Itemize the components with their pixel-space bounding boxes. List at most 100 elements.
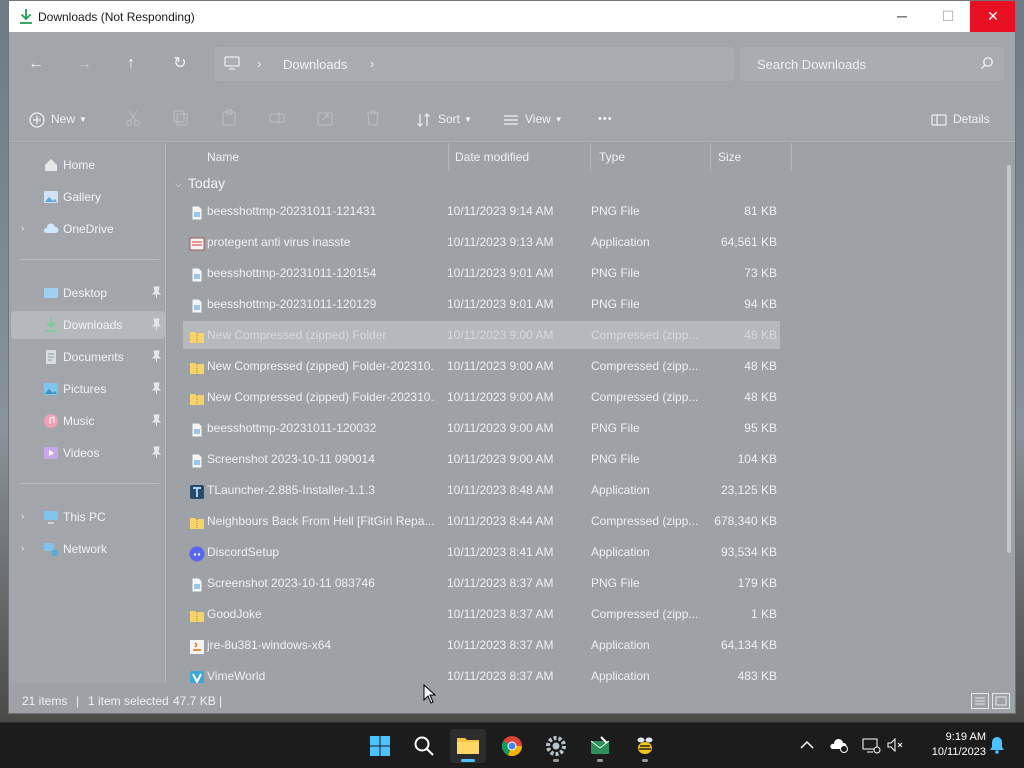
refresh-button[interactable]: ↻ <box>170 54 190 74</box>
network-icon <box>44 543 59 557</box>
maximize-button[interactable]: ☐ <box>925 1 971 32</box>
delete-icon[interactable] <box>364 109 382 127</box>
sidebar-item-label: Pictures <box>63 382 107 396</box>
expand-chevron-icon[interactable]: › <box>21 503 24 531</box>
details-pane-icon <box>931 114 947 126</box>
title-bar[interactable]: Downloads (Not Responding) ─ ☐ ✕ <box>9 1 1015 32</box>
sidebar-item-onedrive[interactable]: › OneDrive <box>11 215 165 243</box>
sidebar-divider <box>19 259 159 260</box>
file-row[interactable]: New Compressed (zipped) Folder-202310...… <box>183 383 780 411</box>
download-icon <box>20 9 32 24</box>
cut-icon[interactable] <box>124 109 142 127</box>
notification-bell-icon[interactable] <box>987 735 1007 755</box>
file-row[interactable]: TLauncher-2.885-Installer-1.1.3 10/11/202… <box>183 476 780 504</box>
back-button[interactable]: ← <box>26 54 46 74</box>
sort-button[interactable]: Sort ▼ <box>416 108 472 130</box>
column-header-size[interactable]: Size <box>710 143 792 171</box>
file-row[interactable]: beesshottmp-20231011-120032 10/11/2023 9:… <box>183 414 780 442</box>
expand-chevron-icon[interactable]: › <box>21 215 24 243</box>
network-icon[interactable] <box>861 735 881 755</box>
pin-icon[interactable] <box>151 446 162 459</box>
breadcrumb-separator[interactable]: › <box>370 56 374 71</box>
taskbar-file-explorer[interactable] <box>450 729 486 763</box>
rename-icon[interactable] <box>268 109 286 127</box>
group-header-today[interactable]: ⌵ Today <box>175 172 225 194</box>
file-row[interactable]: beesshottmp-20231011-120154 10/11/2023 9:… <box>183 259 780 287</box>
more-options-button[interactable]: ••• <box>598 108 613 130</box>
file-row[interactable]: Neighbours Back From Hell [FitGirl Repa.… <box>183 507 780 535</box>
pin-icon[interactable] <box>151 286 162 299</box>
pin-icon[interactable] <box>151 414 162 427</box>
file-row[interactable]: GoodJoke 10/11/2023 8:37 AM Compressed (zi… <box>183 600 780 628</box>
sidebar-item-documents[interactable]: Documents <box>11 343 165 371</box>
file-row[interactable]: beesshottmp-20231011-121431 10/11/2023 9:… <box>183 197 780 225</box>
taskbar-chrome[interactable] <box>494 729 530 763</box>
share-icon[interactable] <box>316 109 334 127</box>
pin-icon[interactable] <box>151 318 162 331</box>
taskbar-mail-app[interactable] <box>582 729 618 763</box>
sidebar-item-network[interactable]: › Network <box>11 535 165 563</box>
search-icon <box>414 736 434 756</box>
selection-count: 1 item selected <box>88 694 169 708</box>
taskbar-settings[interactable] <box>538 729 574 763</box>
details-view-button[interactable] <box>971 693 989 709</box>
file-date: 10/11/2023 9:00 AM <box>447 452 554 466</box>
tiles-view-button[interactable] <box>992 693 1010 709</box>
active-indicator <box>461 759 475 762</box>
sidebar-item-desktop[interactable]: Desktop <box>11 279 165 307</box>
onedrive-tray-icon[interactable] <box>829 735 849 755</box>
new-button[interactable]: New ▼ <box>29 108 87 130</box>
sidebar-item-this-pc[interactable]: › This PC <box>11 503 165 531</box>
file-row[interactable]: New Compressed (zipped) Folder-202310...… <box>183 352 780 380</box>
column-header-date[interactable]: Date modified <box>447 143 591 171</box>
file-row[interactable]: jre-8u381-windows-x64 10/11/2023 8:37 AM A… <box>183 631 780 659</box>
taskbar-bee-app[interactable] <box>627 729 663 763</box>
up-button[interactable]: ↑ <box>121 54 141 74</box>
file-size: 1 KB <box>750 607 777 621</box>
file-row[interactable]: beesshottmp-20231011-120129 10/11/2023 9:… <box>183 290 780 318</box>
file-name: New Compressed (zipped) Folder <box>207 328 387 342</box>
column-header-name[interactable]: Name <box>199 143 449 171</box>
file-row[interactable]: New Compressed (zipped) Folder 10/11/2023… <box>183 321 780 349</box>
close-button[interactable]: ✕ <box>970 1 1015 32</box>
sidebar-item-gallery[interactable]: Gallery <box>11 183 165 211</box>
file-row[interactable]: DiscordSetup 10/11/2023 8:41 AM Applicatio… <box>183 538 780 566</box>
selection-size: 47.7 KB <box>173 694 216 708</box>
system-clock[interactable]: 9:19 AM 10/11/2023 <box>910 730 986 760</box>
sidebar-item-music[interactable]: Music <box>11 407 165 435</box>
copy-icon[interactable] <box>172 109 190 127</box>
new-label: New <box>51 112 76 126</box>
details-pane-button[interactable]: Details <box>931 108 990 130</box>
pin-icon[interactable] <box>151 382 162 395</box>
sidebar-item-home[interactable]: Home <box>11 151 165 179</box>
file-row[interactable]: Screenshot 2023-10-11 090014 10/11/2023 9… <box>183 445 780 473</box>
expand-chevron-icon[interactable]: › <box>21 535 24 563</box>
breadcrumb-downloads[interactable]: Downloads <box>283 57 347 72</box>
chevron-up-icon[interactable] <box>797 735 817 755</box>
taskbar: 9:19 AM 10/11/2023 <box>0 722 1024 768</box>
sort-icon <box>417 112 430 127</box>
sidebar-item-downloads[interactable]: Downloads <box>11 311 165 339</box>
vertical-scrollbar[interactable] <box>1007 165 1011 553</box>
breadcrumb-separator[interactable]: › <box>257 56 261 71</box>
file-row[interactable]: protegent anti virus inasste 10/11/2023 9… <box>183 228 780 256</box>
paste-icon[interactable] <box>220 109 238 127</box>
view-button[interactable]: View ▼ <box>503 108 563 130</box>
search-input[interactable]: Search Downloads <box>740 47 1004 81</box>
item-count: 21 items <box>22 694 68 708</box>
forward-button[interactable]: → <box>74 54 94 74</box>
pin-icon[interactable] <box>151 350 162 363</box>
volume-muted-icon[interactable] <box>885 735 905 755</box>
sidebar-item-videos[interactable]: Videos <box>11 439 165 467</box>
address-bar[interactable]: › Downloads › <box>214 47 734 81</box>
taskbar-search-button[interactable] <box>406 729 442 763</box>
file-date: 10/11/2023 8:44 AM <box>447 514 554 528</box>
file-row[interactable]: Screenshot 2023-10-11 083746 10/11/2023 8… <box>183 569 780 597</box>
png-file-icon <box>189 265 205 283</box>
minimize-button[interactable]: ─ <box>879 1 925 32</box>
zip-folder-icon <box>189 606 205 622</box>
start-button[interactable] <box>362 729 398 763</box>
search-icon[interactable] <box>980 56 994 70</box>
column-header-type[interactable]: Type <box>591 143 711 171</box>
sidebar-item-pictures[interactable]: Pictures <box>11 375 165 403</box>
